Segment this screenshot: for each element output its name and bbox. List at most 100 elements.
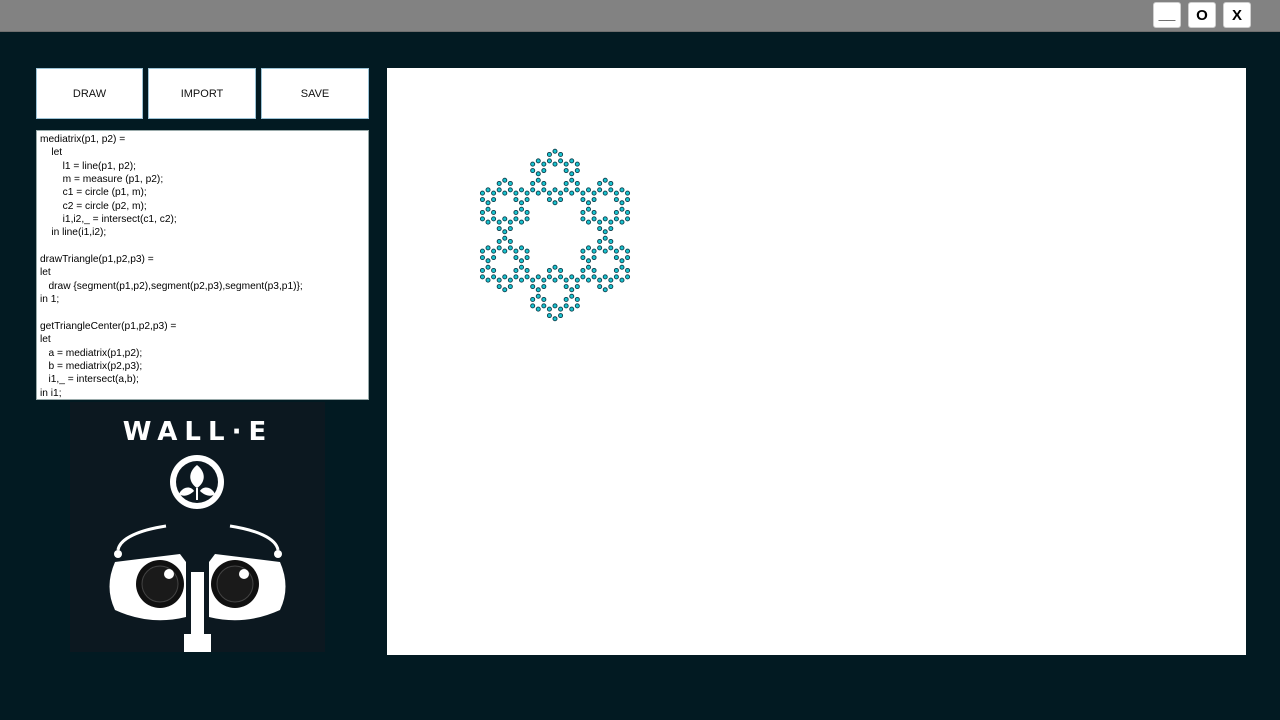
fractal-dot bbox=[502, 190, 508, 196]
fractal-dot bbox=[602, 229, 608, 235]
maximize-button[interactable]: O bbox=[1188, 2, 1216, 28]
fractal-dot bbox=[491, 255, 497, 261]
fractal-dot bbox=[574, 284, 580, 290]
fractal-dot bbox=[507, 277, 513, 283]
fractal-dot bbox=[574, 296, 580, 302]
fractal-dot bbox=[479, 248, 485, 254]
fractal-dot bbox=[496, 277, 502, 283]
fractal-dot bbox=[591, 197, 597, 203]
fractal-dot bbox=[485, 219, 491, 225]
fractal-dot bbox=[546, 190, 552, 196]
fractal-dot bbox=[519, 277, 525, 283]
fractal-dot bbox=[552, 187, 558, 193]
fractal-dot bbox=[546, 151, 552, 157]
fractal-dot bbox=[613, 216, 619, 222]
fractal-dot bbox=[580, 248, 586, 254]
fractal-dot bbox=[613, 197, 619, 203]
fractal-dot bbox=[519, 219, 525, 225]
fractal-dot bbox=[569, 158, 575, 164]
fractal-drawing bbox=[479, 148, 631, 322]
fractal-dot bbox=[491, 274, 497, 280]
fractal-dot bbox=[502, 229, 508, 235]
fractal-dot bbox=[479, 197, 485, 203]
fractal-dot bbox=[541, 284, 547, 290]
fractal-dot bbox=[586, 187, 591, 193]
fractal-dot bbox=[530, 168, 536, 174]
fractal-dot bbox=[546, 274, 552, 280]
fractal-dot bbox=[602, 235, 608, 241]
fractal-dot bbox=[513, 267, 519, 273]
fractal-dot bbox=[535, 274, 541, 280]
fractal-dot bbox=[625, 197, 631, 203]
fractal-dot bbox=[597, 238, 603, 244]
fractal-dot bbox=[602, 177, 608, 183]
fractal-dot bbox=[519, 187, 525, 193]
fractal-dot bbox=[479, 267, 485, 273]
fractal-dot bbox=[558, 190, 564, 196]
fractal-dot bbox=[479, 216, 485, 222]
fractal-dot bbox=[613, 209, 619, 215]
fractal-dot bbox=[558, 274, 564, 280]
fractal-dot bbox=[502, 177, 508, 183]
fractal-dot bbox=[485, 264, 491, 270]
fractal-dot bbox=[586, 277, 591, 283]
fractal-dot bbox=[485, 187, 491, 193]
save-button[interactable]: SAVE bbox=[261, 68, 369, 119]
fractal-dot bbox=[602, 190, 608, 196]
fractal-dot bbox=[541, 168, 547, 174]
fractal-dot bbox=[496, 284, 502, 290]
fractal-dot bbox=[535, 158, 541, 164]
fractal-dot bbox=[613, 255, 619, 261]
fractal-dot bbox=[530, 161, 536, 167]
fractal-dot bbox=[541, 180, 547, 186]
fractal-dot bbox=[591, 274, 597, 280]
fractal-dot bbox=[586, 219, 591, 225]
close-button[interactable]: X bbox=[1223, 2, 1251, 28]
fractal-dot bbox=[530, 180, 536, 186]
fractal-dot bbox=[563, 303, 569, 309]
minimize-button[interactable]: __ bbox=[1153, 2, 1181, 28]
fractal-dot bbox=[574, 180, 580, 186]
fractal-dot bbox=[586, 245, 591, 251]
fractal-dot bbox=[625, 190, 631, 196]
fractal-dot bbox=[507, 284, 513, 290]
fractal-dot bbox=[507, 180, 513, 186]
fractal-dot bbox=[479, 209, 485, 215]
fractal-dot bbox=[580, 209, 586, 215]
fractal-dot bbox=[619, 200, 625, 206]
fractal-dot bbox=[569, 190, 575, 196]
fractal-dot bbox=[535, 190, 541, 196]
code-editor[interactable]: mediatrix(p1, p2) = let l1 = line(p1, p2… bbox=[36, 130, 369, 400]
fractal-dot bbox=[530, 296, 536, 302]
fractal-dot bbox=[513, 274, 519, 280]
fractal-dot bbox=[597, 245, 603, 251]
drawing-canvas[interactable] bbox=[387, 68, 1246, 655]
fractal-dot bbox=[580, 255, 586, 261]
fractal-dot bbox=[513, 255, 519, 261]
fractal-dot bbox=[491, 190, 497, 196]
fractal-dot bbox=[524, 190, 530, 196]
fractal-dot bbox=[586, 258, 591, 264]
fractal-dot bbox=[608, 187, 614, 193]
fractal-dot bbox=[541, 161, 547, 167]
fractal-dot bbox=[541, 303, 547, 309]
fractal-dot bbox=[519, 245, 525, 251]
draw-button[interactable]: DRAW bbox=[36, 68, 143, 119]
fractal-dot bbox=[519, 206, 525, 212]
fractal-dot bbox=[530, 187, 536, 193]
fractal-dot bbox=[552, 264, 558, 270]
fractal-dot bbox=[602, 287, 608, 293]
fractal-dot bbox=[591, 216, 597, 222]
fractal-dot bbox=[552, 277, 558, 283]
import-button[interactable]: IMPORT bbox=[148, 68, 256, 119]
fractal-dot bbox=[597, 219, 603, 225]
fractal-dot bbox=[479, 255, 485, 261]
fractal-dot bbox=[546, 267, 552, 273]
fractal-dot bbox=[580, 267, 586, 273]
fractal-dot bbox=[602, 248, 608, 254]
code-text[interactable]: mediatrix(p1, p2) = let l1 = line(p1, p2… bbox=[40, 133, 365, 399]
fractal-dot bbox=[546, 197, 552, 203]
fractal-dot bbox=[524, 248, 530, 254]
fractal-dot bbox=[491, 267, 497, 273]
fractal-dot bbox=[507, 245, 513, 251]
